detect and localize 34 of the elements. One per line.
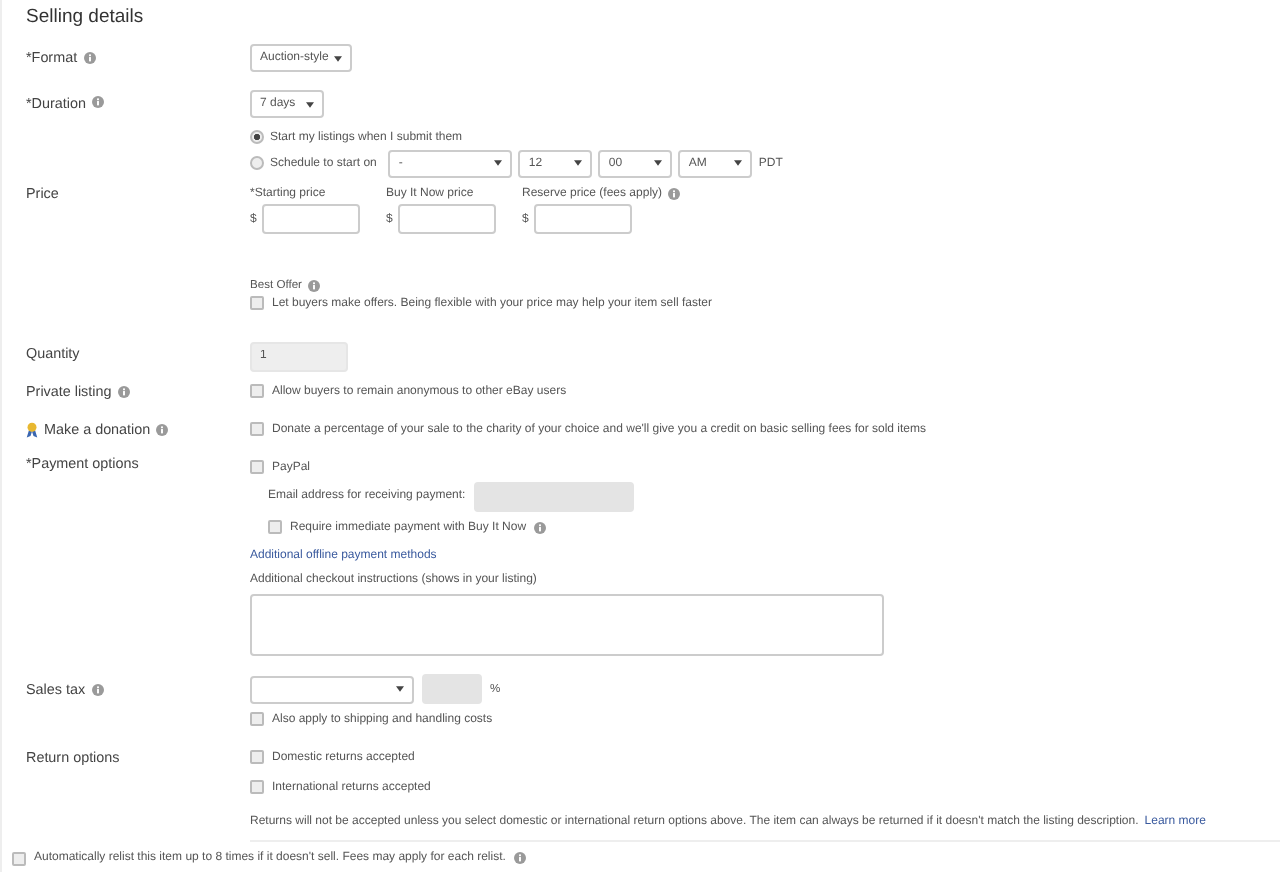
checkbox[interactable]	[250, 422, 264, 436]
info-icon[interactable]	[534, 521, 547, 533]
checkbox[interactable]	[250, 296, 264, 310]
info-icon[interactable]	[156, 423, 169, 435]
caret-icon	[306, 101, 314, 107]
price-input[interactable]	[262, 204, 361, 234]
checkbox[interactable]	[268, 520, 282, 534]
checkbox[interactable]	[250, 384, 264, 398]
price-input[interactable]	[534, 204, 633, 234]
caret-icon	[494, 160, 503, 166]
checkbox[interactable]	[250, 780, 264, 794]
radio-button[interactable]	[250, 130, 264, 144]
info-icon[interactable]	[308, 280, 320, 292]
caret-icon	[574, 160, 583, 166]
caret-icon	[334, 55, 343, 61]
checkbox[interactable]	[250, 712, 264, 726]
ribbon-icon	[26, 421, 38, 437]
info-icon[interactable]	[83, 51, 96, 63]
state-dropdown[interactable]	[250, 675, 414, 703]
price-input[interactable]	[398, 204, 497, 234]
info-icon[interactable]	[668, 188, 681, 200]
info-icon[interactable]	[91, 96, 104, 108]
instructions-textarea[interactable]	[250, 594, 884, 656]
checkbox[interactable]	[12, 851, 26, 865]
info-icon[interactable]	[513, 852, 526, 864]
radio-button[interactable]	[250, 156, 264, 170]
checkbox[interactable]	[250, 750, 264, 764]
caret-icon	[734, 160, 743, 166]
info-icon[interactable]	[117, 385, 130, 397]
caret-icon	[396, 686, 404, 692]
checkbox[interactable]	[250, 460, 264, 474]
info-icon[interactable]	[91, 683, 104, 695]
caret-icon	[654, 160, 663, 166]
section-title: Selling details	[26, 4, 146, 32]
